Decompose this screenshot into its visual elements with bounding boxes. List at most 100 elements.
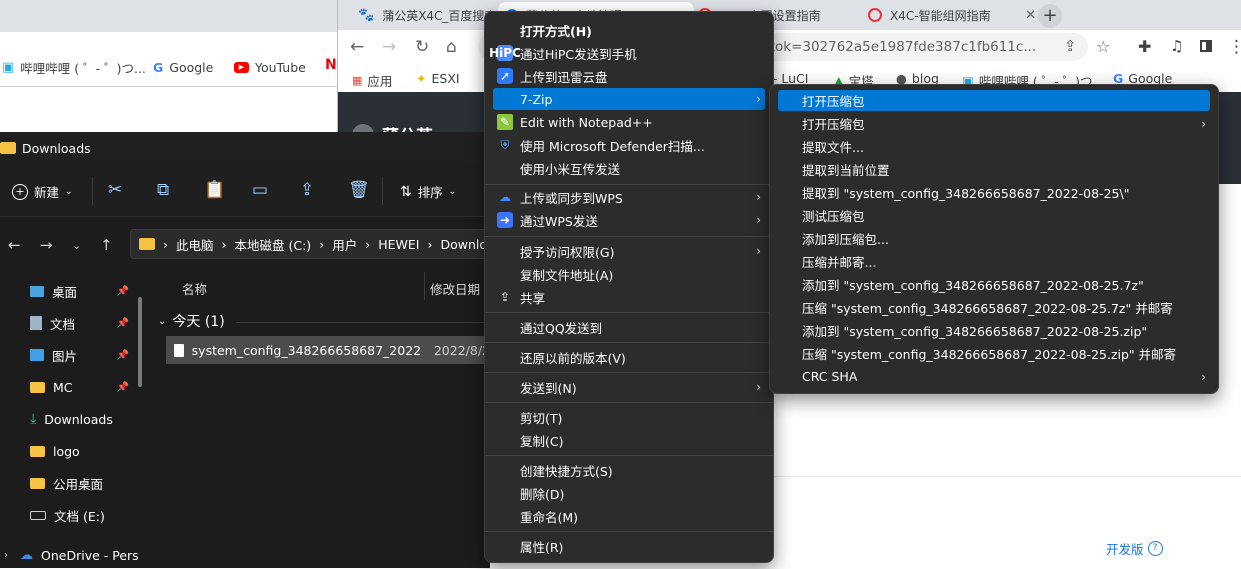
menu-item-grant-access[interactable]: 授予访问权限(G) › <box>493 240 765 262</box>
menu-item-create-shortcut[interactable]: 创建快捷方式(S) <box>493 459 765 481</box>
netflix-icon[interactable]: N <box>325 57 337 73</box>
submenu-item-extract-files[interactable]: 提取文件... <box>778 136 1210 157</box>
menu-item-send-to[interactable]: 发送到(N) › <box>493 376 765 398</box>
divider <box>485 342 773 343</box>
bookmark-apps[interactable]: ▦ 应用 <box>352 71 392 90</box>
submenu-item-extract-here[interactable]: 提取到当前位置 <box>778 159 1210 180</box>
home-icon[interactable]: ⌂ <box>446 37 457 57</box>
submenu-item-open-archive[interactable]: 打开压缩包 <box>778 90 1210 111</box>
tab-baidu[interactable]: 🐾 蒲公英X4C_百度搜索 <box>350 2 506 28</box>
chevron-right-icon[interactable]: › <box>4 550 8 561</box>
menu-item-open-with[interactable]: 打开方式(H) <box>493 19 765 41</box>
pin-icon[interactable]: 📌 <box>117 350 129 361</box>
sidebar-item-desktop[interactable]: 桌面 📌 <box>30 281 145 301</box>
submenu-item-test-archive[interactable]: 测试压缩包 <box>778 205 1210 226</box>
breadcrumb-item[interactable]: 用户 <box>332 235 357 254</box>
7zip-submenu: 打开压缩包 打开压缩包 › 提取文件... 提取到当前位置 提取到 "syste… <box>769 84 1219 394</box>
menu-item-xunlei[interactable]: ➚ 上传到迅雷云盘 <box>493 65 765 87</box>
menu-item-cut[interactable]: 剪切(T) <box>493 406 765 428</box>
bookmark-google[interactable]: G Google <box>153 57 213 77</box>
menu-item-defender[interactable]: ⛨ 使用 Microsoft Defender扫描... <box>493 134 765 156</box>
side-panel-icon[interactable] <box>1200 37 1212 57</box>
menu-item-share[interactable]: ⇪ 共享 <box>493 286 765 308</box>
forward-arrow-icon[interactable]: → <box>382 37 396 57</box>
delete-icon[interactable]: 🗑 <box>348 180 370 200</box>
extensions-icon[interactable]: ✚ <box>1138 37 1151 56</box>
submenu-item-add-to-archive[interactable]: 添加到压缩包... <box>778 228 1210 249</box>
back-arrow-icon[interactable]: ← <box>8 236 21 254</box>
media-control-icon[interactable]: ♫ <box>1170 37 1183 55</box>
submenu-item-compress-7z-email[interactable]: 压缩 "system_config_348266658687_2022-08-2… <box>778 297 1210 318</box>
sidebar-item-logo[interactable]: logo <box>30 441 145 461</box>
recent-locations-icon[interactable]: ⌄ <box>72 239 81 252</box>
menu-kebab-icon[interactable]: ⋮ <box>1228 37 1241 57</box>
menu-item-restore-versions[interactable]: 还原以前的版本(V) <box>493 346 765 368</box>
column-header-name[interactable]: 名称 <box>182 279 207 298</box>
rename-icon[interactable]: ▭ <box>252 180 268 200</box>
submenu-item-compress-and-email[interactable]: 压缩并邮寄... <box>778 251 1210 272</box>
submenu-item-extract-to-folder[interactable]: 提取到 "system_config_348266658687_2022-08-… <box>778 182 1210 203</box>
sort-button[interactable]: ⇅ 排序 ⌄ <box>400 182 456 201</box>
forward-arrow-icon[interactable]: → <box>40 236 53 254</box>
pin-icon[interactable]: 📌 <box>117 286 129 297</box>
menu-item-properties[interactable]: 属性(R) <box>493 535 765 557</box>
menu-item-copy[interactable]: 复制(C) <box>493 429 765 451</box>
menu-item-rename[interactable]: 重命名(M) <box>493 505 765 527</box>
tab-label: 蒲公英X4C_百度搜索 <box>382 8 497 23</box>
new-button[interactable]: + 新建 ⌄ <box>12 182 73 201</box>
reload-icon[interactable]: ↻ <box>415 37 429 57</box>
menu-item-delete[interactable]: 删除(D) <box>493 482 765 504</box>
sidebar-item-mc[interactable]: MC 📌 <box>30 377 145 397</box>
documents-icon <box>30 316 42 330</box>
menu-item-wps-upload[interactable]: ☁ 上传或同步到WPS › <box>493 186 765 208</box>
sidebar-scrollbar[interactable] <box>138 297 142 387</box>
sidebar-item-pictures[interactable]: 图片 📌 <box>30 345 145 365</box>
share-icon[interactable]: ⇪ <box>300 180 314 200</box>
close-tab-icon[interactable]: ✕ <box>1025 8 1036 23</box>
tab-x4c-network[interactable]: X4C-智能组网指南 ✕ <box>860 2 1044 28</box>
menu-item-label: 上传到迅雷云盘 <box>520 69 608 85</box>
breadcrumb[interactable]: › 此电脑 › 本地磁盘 (C:) › 用户 › HEWEI › Downlo <box>130 229 490 259</box>
file-icon <box>174 343 184 357</box>
share-page-icon[interactable]: ⇪ <box>1064 37 1077 55</box>
column-header-modified[interactable]: 修改日期 <box>430 279 480 298</box>
copy-icon[interactable]: ⧉ <box>157 180 169 200</box>
sidebar-item-onedrive[interactable]: ☁ OneDrive - Pers <box>20 545 140 565</box>
menu-item-copy-path[interactable]: 复制文件地址(A) <box>493 263 765 285</box>
menu-item-hipc[interactable]: HiPC 通过HiPC发送到手机 <box>489 42 765 64</box>
submenu-item-add-to-zip[interactable]: 添加到 "system_config_348266658687_2022-08-… <box>778 320 1210 341</box>
pin-icon[interactable]: 📌 <box>117 382 129 393</box>
submenu-item-add-to-7z[interactable]: 添加到 "system_config_348266658687_2022-08-… <box>778 274 1210 295</box>
menu-item-label: 复制(C) <box>520 433 564 449</box>
submenu-item-open-archive-sub[interactable]: 打开压缩包 › <box>778 113 1210 134</box>
breadcrumb-item[interactable]: 此电脑 <box>176 235 214 254</box>
group-header-today[interactable]: ⌄ 今天 (1) <box>158 311 225 331</box>
submenu-item-compress-zip-email[interactable]: 压缩 "system_config_348266658687_2022-08-2… <box>778 343 1210 364</box>
paste-icon[interactable]: 📋 <box>204 180 225 200</box>
sidebar-item-public-desktop[interactable]: 公用桌面 <box>30 473 145 493</box>
dev-version-link[interactable]: 开发版 ? <box>1106 539 1163 558</box>
new-tab-button[interactable]: + <box>1038 4 1062 28</box>
menu-item-wps-send[interactable]: ➜ 通过WPS发送 › <box>493 209 765 231</box>
bookmark-bilibili[interactable]: ▣ 哔哩哔哩 ( ゜- ゜)つ... <box>2 57 146 77</box>
breadcrumb-item[interactable]: HEWEI <box>378 237 419 252</box>
menu-item-label: 剪切(T) <box>520 410 563 426</box>
up-arrow-icon[interactable]: ↑ <box>100 236 113 254</box>
bookmark-esxi[interactable]: ✦ ESXI <box>416 71 460 86</box>
table-row[interactable]: system_config_348266658687_2022-0... 202… <box>166 336 490 364</box>
bookmark-star-icon[interactable]: ☆ <box>1096 37 1110 56</box>
breadcrumb-item[interactable]: Downlo <box>440 237 487 252</box>
back-arrow-icon[interactable]: ← <box>350 37 364 57</box>
cut-icon[interactable]: ✂ <box>108 180 122 200</box>
breadcrumb-item[interactable]: 本地磁盘 (C:) <box>235 235 312 254</box>
pin-icon[interactable]: 📌 <box>117 318 129 329</box>
sidebar-item-documents[interactable]: 文档 📌 <box>30 313 145 333</box>
sidebar-item-drive-e[interactable]: 文档 (E:) <box>30 505 145 525</box>
menu-item-7zip[interactable]: 7-Zip › <box>493 88 765 110</box>
submenu-item-crc-sha[interactable]: CRC SHA › <box>778 366 1210 387</box>
menu-item-notepadpp[interactable]: ✎ Edit with Notepad++ <box>493 111 765 133</box>
menu-item-mi-share[interactable]: 使用小米互传发送 <box>493 157 765 179</box>
sidebar-item-downloads[interactable]: ⤓ Downloads <box>30 409 145 429</box>
bookmark-youtube[interactable]: ▶ YouTube <box>234 57 306 77</box>
menu-item-qq-send[interactable]: 通过QQ发送到 <box>493 316 765 338</box>
